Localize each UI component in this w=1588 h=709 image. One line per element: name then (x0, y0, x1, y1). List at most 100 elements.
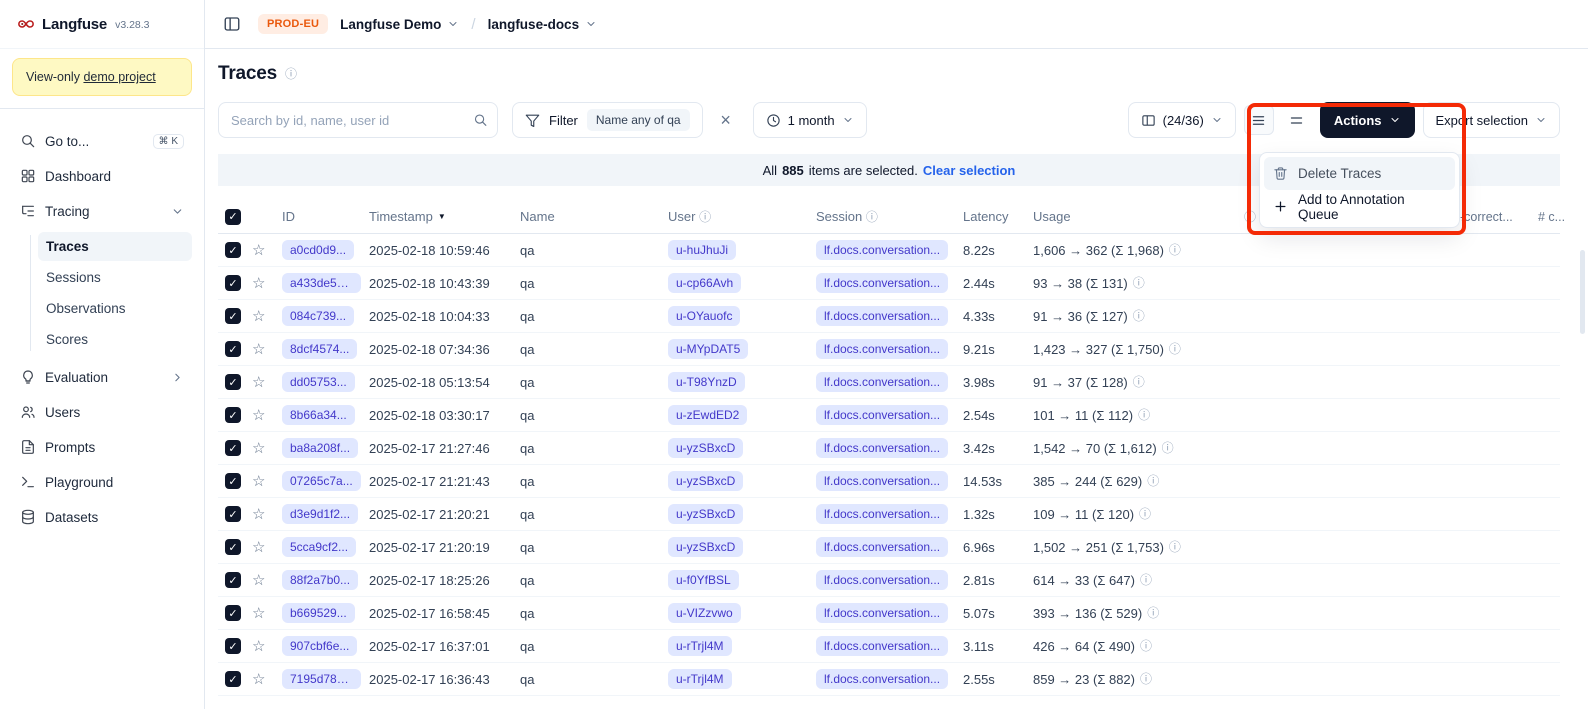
menu-item-delete-traces[interactable]: Delete Traces (1264, 157, 1455, 190)
star-icon[interactable]: ☆ (252, 538, 265, 556)
session-badge[interactable]: lf.docs.conversation... (816, 240, 948, 260)
star-icon[interactable]: ☆ (252, 241, 265, 259)
column-header-usage[interactable]: Usage (1029, 209, 1242, 224)
column-header-id[interactable]: ID (278, 209, 365, 224)
sidebar-toggle-button[interactable] (218, 10, 246, 38)
session-badge[interactable]: lf.docs.conversation... (816, 669, 948, 689)
trace-id-badge[interactable]: 8dcf4574... (282, 339, 357, 359)
org-selector[interactable]: Langfuse Demo (340, 17, 459, 32)
filter-chip[interactable]: Name any of qa (587, 109, 690, 131)
sidebar-item-tracing[interactable]: Tracing (12, 196, 192, 226)
column-header-correct[interactable]: -correct... (1460, 210, 1513, 224)
table-row[interactable]: ✓ ☆ ba8a208f... 2025-02-17 21:27:46 qa u… (218, 432, 1560, 465)
row-checkbox[interactable]: ✓ (225, 242, 241, 258)
project-selector[interactable]: langfuse-docs (488, 17, 598, 32)
table-row[interactable]: ✓ ☆ b669529... 2025-02-17 16:58:45 qa u-… (218, 597, 1560, 630)
row-checkbox[interactable]: ✓ (225, 473, 241, 489)
filter-button[interactable]: Filter Name any of qa (512, 102, 703, 138)
sidebar-item-playground[interactable]: Playground (12, 467, 192, 497)
session-badge[interactable]: lf.docs.conversation... (816, 471, 948, 491)
user-badge[interactable]: u-yzSBxcD (668, 504, 743, 524)
user-badge[interactable]: u-rTrjl4M (668, 669, 732, 689)
user-badge[interactable]: u-OYauofc (668, 306, 740, 326)
row-checkbox[interactable]: ✓ (225, 638, 241, 654)
table-row[interactable]: ✓ ☆ 88f2a7b0... 2025-02-17 18:25:26 qa u… (218, 564, 1560, 597)
trace-id-badge[interactable]: 907cbf6e... (282, 636, 357, 656)
user-badge[interactable]: u-MYpDAT5 (668, 339, 748, 359)
row-checkbox[interactable]: ✓ (225, 275, 241, 291)
column-header-session[interactable]: Session ⓘ (812, 209, 959, 224)
menu-item-add-to-annotation-queue[interactable]: Add to Annotation Queue (1264, 190, 1455, 223)
trace-id-badge[interactable]: 07265c7a... (282, 471, 361, 491)
star-icon[interactable]: ☆ (252, 340, 265, 358)
column-header-user[interactable]: User ⓘ (664, 209, 812, 224)
row-checkbox[interactable]: ✓ (225, 572, 241, 588)
sidebar-item-datasets[interactable]: Datasets (12, 502, 192, 532)
table-row[interactable]: ✓ ☆ 8b66a34... 2025-02-18 03:30:17 qa u-… (218, 399, 1560, 432)
trace-id-badge[interactable]: ba8a208f... (282, 438, 358, 458)
columns-button[interactable]: (24/36) (1128, 102, 1236, 138)
star-icon[interactable]: ☆ (252, 571, 265, 589)
sidebar-item-scores[interactable]: Scores (38, 325, 192, 354)
user-badge[interactable]: u-T98YnzD (668, 372, 745, 392)
column-header-latency[interactable]: Latency (959, 209, 1029, 224)
row-checkbox[interactable]: ✓ (225, 506, 241, 522)
user-badge[interactable]: u-yzSBxcD (668, 471, 743, 491)
star-icon[interactable]: ☆ (252, 307, 265, 325)
session-badge[interactable]: lf.docs.conversation... (816, 504, 948, 524)
table-row[interactable]: ✓ ☆ 8dcf4574... 2025-02-18 07:34:36 qa u… (218, 333, 1560, 366)
table-row[interactable]: ✓ ☆ 084c739... 2025-02-18 10:04:33 qa u-… (218, 300, 1560, 333)
scrollbar-thumb[interactable] (1580, 250, 1585, 334)
session-badge[interactable]: lf.docs.conversation... (816, 537, 948, 557)
goto-search[interactable]: Go to... ⌘ K (12, 126, 192, 156)
user-badge[interactable]: u-rTrjl4M (668, 636, 732, 656)
export-selection-button[interactable]: Export selection (1423, 102, 1561, 138)
table-row[interactable]: ✓ ☆ dd05753... 2025-02-18 05:13:54 qa u-… (218, 366, 1560, 399)
trace-id-badge[interactable]: 8b66a34... (282, 405, 355, 425)
user-badge[interactable]: u-yzSBxcD (668, 438, 743, 458)
search-input[interactable] (218, 102, 498, 138)
row-height-large-button[interactable] (1282, 105, 1312, 135)
session-badge[interactable]: lf.docs.conversation... (816, 603, 948, 623)
user-badge[interactable]: u-VIZzvwo (668, 603, 741, 623)
table-row[interactable]: ✓ ☆ 07265c7a... 2025-02-17 21:21:43 qa u… (218, 465, 1560, 498)
sidebar-item-prompts[interactable]: Prompts (12, 432, 192, 462)
session-badge[interactable]: lf.docs.conversation... (816, 273, 948, 293)
row-checkbox[interactable]: ✓ (225, 341, 241, 357)
trace-id-badge[interactable]: a433de51... (282, 273, 361, 293)
session-badge[interactable]: lf.docs.conversation... (816, 405, 948, 425)
trace-id-badge[interactable]: dd05753... (282, 372, 355, 392)
session-badge[interactable]: lf.docs.conversation... (816, 339, 948, 359)
user-badge[interactable]: u-yzSBxcD (668, 537, 743, 557)
column-header-extra[interactable]: # c... (1538, 210, 1565, 224)
row-checkbox[interactable]: ✓ (225, 374, 241, 390)
row-checkbox[interactable]: ✓ (225, 605, 241, 621)
sidebar-item-evaluation[interactable]: Evaluation (12, 362, 192, 392)
session-badge[interactable]: lf.docs.conversation... (816, 372, 948, 392)
row-checkbox[interactable]: ✓ (225, 407, 241, 423)
star-icon[interactable]: ☆ (252, 472, 265, 490)
column-header-timestamp[interactable]: Timestamp ▼ (365, 209, 516, 224)
session-badge[interactable]: lf.docs.conversation... (816, 438, 948, 458)
trace-id-badge[interactable]: 7195d78e... (282, 669, 361, 689)
table-row[interactable]: ✓ ☆ a433de51... 2025-02-18 10:43:39 qa u… (218, 267, 1560, 300)
sidebar-item-sessions[interactable]: Sessions (38, 263, 192, 292)
session-badge[interactable]: lf.docs.conversation... (816, 570, 948, 590)
table-row[interactable]: ✓ ☆ a0cd0d9... 2025-02-18 10:59:46 qa u-… (218, 234, 1560, 267)
sidebar-item-users[interactable]: Users (12, 397, 192, 427)
user-badge[interactable]: u-f0YfBSL (668, 570, 739, 590)
clear-filter-button[interactable]: × (713, 107, 739, 133)
row-height-small-button[interactable] (1244, 105, 1274, 135)
star-icon[interactable]: ☆ (252, 670, 265, 688)
demo-project-link[interactable]: demo project (83, 70, 155, 84)
star-icon[interactable]: ☆ (252, 373, 265, 391)
star-icon[interactable]: ☆ (252, 406, 265, 424)
trace-id-badge[interactable]: 084c739... (282, 306, 354, 326)
user-badge[interactable]: u-huJhuJi (668, 240, 736, 260)
trace-id-badge[interactable]: a0cd0d9... (282, 240, 354, 260)
session-badge[interactable]: lf.docs.conversation... (816, 306, 948, 326)
row-checkbox[interactable]: ✓ (225, 671, 241, 687)
session-badge[interactable]: lf.docs.conversation... (816, 636, 948, 656)
column-header-name[interactable]: Name (516, 209, 664, 224)
select-all-checkbox[interactable]: ✓ (225, 209, 241, 225)
